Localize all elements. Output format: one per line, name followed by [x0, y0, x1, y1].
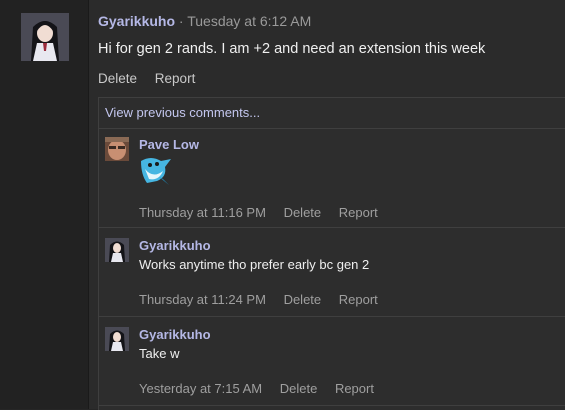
comment-report-link[interactable]: Report [339, 292, 378, 307]
comment-report-link[interactable]: Report [339, 205, 378, 220]
comment-meta: Yesterday at 7:15 AM Delete Report [139, 381, 388, 396]
comment-item: Gyarikkuho Works anytime tho prefer earl… [99, 228, 565, 317]
post-timestamp[interactable]: Tuesday at 6:12 AM [187, 13, 311, 29]
avatar-gyarikkuho[interactable] [21, 13, 69, 61]
comment-delete-link[interactable]: Delete [284, 292, 322, 307]
comment-meta: Thursday at 11:16 PM Delete Report [139, 205, 392, 220]
comment-item: Gyarikkuho Take w Yesterday at 7:15 AM D… [99, 317, 565, 406]
avatar-pave-low[interactable] [105, 137, 129, 161]
bird-sticker-image [139, 155, 173, 187]
left-sidebar-column [0, 0, 89, 409]
comment-text: Works anytime tho prefer early bc gen 2 [139, 257, 370, 272]
post-report-link[interactable]: Report [155, 71, 196, 86]
view-previous-comments-link[interactable]: View previous comments... [99, 98, 565, 129]
post-body: Hi for gen 2 rands. I am +2 and need an … [98, 41, 486, 57]
comment-author-link[interactable]: Pave Low [139, 137, 199, 152]
avatar-gyarikkuho[interactable] [105, 238, 129, 262]
post-header: Gyarikkuho · Tuesday at 6:12 AM [98, 13, 311, 29]
header-separator: · [178, 13, 184, 29]
comment-meta: Thursday at 11:24 PM Delete Report [139, 292, 392, 307]
comment-text: Take w [139, 346, 180, 361]
post-delete-link[interactable]: Delete [98, 71, 137, 86]
comment-timestamp[interactable]: Thursday at 11:16 PM [139, 205, 266, 220]
post-author-link[interactable]: Gyarikkuho [98, 13, 175, 29]
comments-panel: View previous comments... Pave Low Thurs… [98, 97, 565, 410]
comment-item: Pave Low Thursday at 11:16 PM Delete Rep… [99, 129, 565, 228]
avatar-gyarikkuho[interactable] [105, 327, 129, 351]
comment-author-link[interactable]: Gyarikkuho [139, 327, 211, 342]
comment-delete-link[interactable]: Delete [280, 381, 318, 396]
comment-report-link[interactable]: Report [335, 381, 374, 396]
comment-timestamp[interactable]: Thursday at 11:24 PM [139, 292, 266, 307]
post-actions: Delete Report [98, 71, 209, 86]
comment-author-link[interactable]: Gyarikkuho [139, 238, 211, 253]
comment-delete-link[interactable]: Delete [284, 205, 322, 220]
comment-timestamp[interactable]: Yesterday at 7:15 AM [139, 381, 262, 396]
